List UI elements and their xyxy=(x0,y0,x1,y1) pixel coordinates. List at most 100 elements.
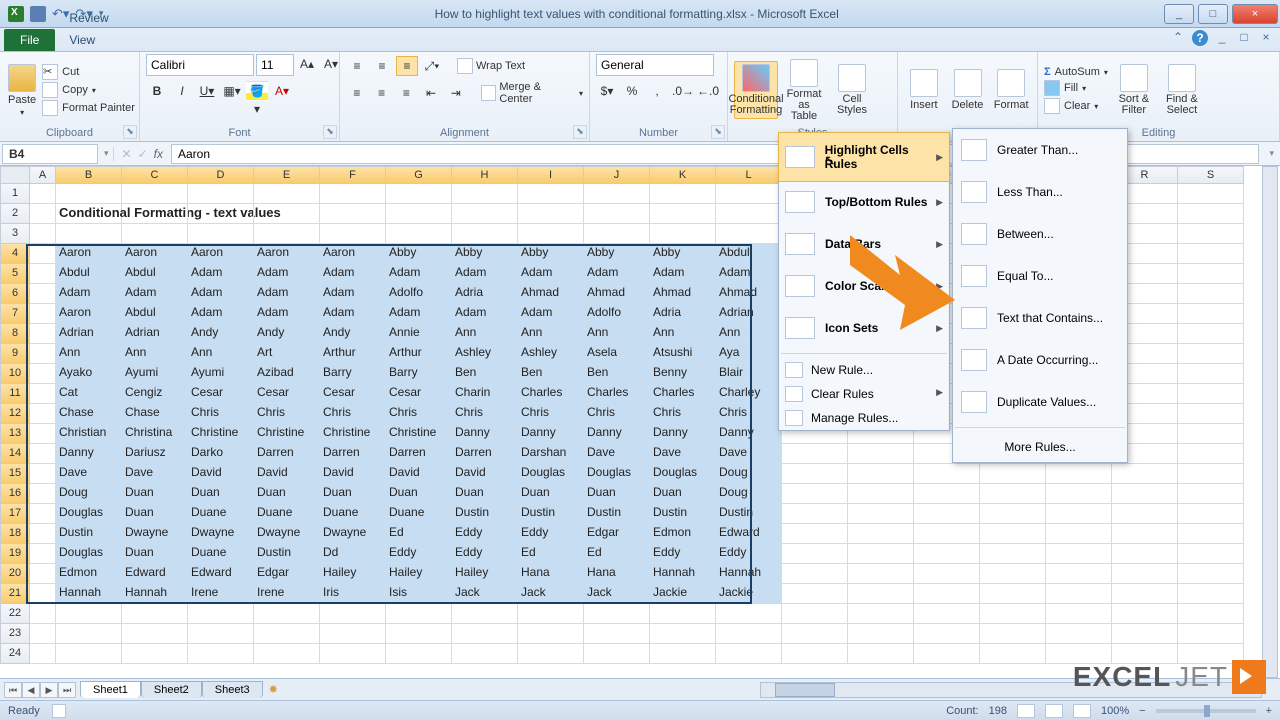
cell[interactable] xyxy=(1112,544,1178,564)
row-header[interactable]: 21 xyxy=(0,584,30,604)
cell[interactable]: Cat xyxy=(56,384,122,404)
cell[interactable] xyxy=(1112,464,1178,484)
cell[interactable]: Christine xyxy=(188,424,254,444)
cell[interactable] xyxy=(914,464,980,484)
cell[interactable]: Douglas xyxy=(518,464,584,484)
cell[interactable]: Danny xyxy=(56,444,122,464)
cell[interactable]: Azibad xyxy=(254,364,320,384)
cell[interactable]: Ayako xyxy=(56,364,122,384)
cell[interactable]: Eddy xyxy=(452,544,518,564)
copy-button[interactable]: Copy▾ xyxy=(42,82,135,98)
cell[interactable]: Isis xyxy=(386,584,452,604)
cell[interactable]: Ed xyxy=(584,544,650,564)
cell[interactable]: Darko xyxy=(188,444,254,464)
cell[interactable]: Hailey xyxy=(320,564,386,584)
cell[interactable]: Adam xyxy=(188,304,254,324)
row-header[interactable]: 1 xyxy=(0,184,30,204)
cell[interactable]: Duan xyxy=(320,484,386,504)
cell[interactable]: David xyxy=(386,464,452,484)
cell[interactable]: Dwayne xyxy=(254,524,320,544)
cell[interactable]: Adam xyxy=(650,264,716,284)
cell[interactable] xyxy=(122,204,188,224)
cell[interactable] xyxy=(30,344,56,364)
minimize-ribbon-icon[interactable]: ⌃ xyxy=(1170,30,1186,46)
clear-button[interactable]: Clear▾ xyxy=(1044,98,1108,114)
enter-icon[interactable]: ✓ xyxy=(138,147,148,161)
cell[interactable] xyxy=(30,224,56,244)
cell[interactable] xyxy=(782,464,848,484)
cell[interactable] xyxy=(650,224,716,244)
sheet-tab[interactable]: Sheet2 xyxy=(141,681,202,698)
tab-view[interactable]: View xyxy=(55,29,150,51)
delete-cells-button[interactable]: Delete xyxy=(948,67,988,113)
cell[interactable]: Dustin xyxy=(650,504,716,524)
cell[interactable]: Abdul xyxy=(56,264,122,284)
cell[interactable] xyxy=(716,624,782,644)
cell[interactable] xyxy=(848,644,914,664)
alignment-launcher[interactable]: ⬊ xyxy=(573,125,587,139)
cell[interactable] xyxy=(188,644,254,664)
cell[interactable] xyxy=(1178,324,1244,344)
cell[interactable] xyxy=(122,604,188,624)
cell[interactable] xyxy=(650,204,716,224)
cell[interactable] xyxy=(1112,504,1178,524)
cell[interactable] xyxy=(30,304,56,324)
cell[interactable] xyxy=(914,504,980,524)
zoom-in-icon[interactable]: + xyxy=(1266,705,1272,717)
cell[interactable] xyxy=(30,524,56,544)
cell[interactable] xyxy=(980,544,1046,564)
cell[interactable]: Danny xyxy=(716,424,782,444)
cell[interactable]: Arthur xyxy=(386,344,452,364)
row-header[interactable]: 14 xyxy=(0,444,30,464)
cf-menu-footer-item[interactable]: Clear Rules▶ xyxy=(779,382,949,406)
cell[interactable] xyxy=(1112,484,1178,504)
cell[interactable] xyxy=(386,184,452,204)
cell[interactable] xyxy=(650,624,716,644)
normal-view-icon[interactable] xyxy=(1017,704,1035,718)
cell[interactable]: Christine xyxy=(386,424,452,444)
cf-menu-footer-item[interactable]: Manage Rules... xyxy=(779,406,949,430)
row-header[interactable]: 2 xyxy=(0,204,30,224)
cell[interactable]: Ben xyxy=(518,364,584,384)
cell[interactable] xyxy=(320,224,386,244)
cell[interactable]: Dave xyxy=(650,444,716,464)
prev-sheet-icon[interactable]: ◀ xyxy=(22,682,40,698)
cell[interactable]: Edmon xyxy=(56,564,122,584)
column-header[interactable]: F xyxy=(320,166,386,184)
cell[interactable]: Annie xyxy=(386,324,452,344)
macro-record-icon[interactable] xyxy=(52,704,66,718)
cell[interactable]: Chris xyxy=(716,404,782,424)
cell[interactable]: David xyxy=(254,464,320,484)
font-name-select[interactable] xyxy=(146,54,254,76)
cell[interactable] xyxy=(1178,344,1244,364)
cell[interactable]: Hannah xyxy=(716,564,782,584)
column-header[interactable]: J xyxy=(584,166,650,184)
cell[interactable] xyxy=(386,624,452,644)
cell[interactable] xyxy=(782,504,848,524)
cell[interactable] xyxy=(452,204,518,224)
cf-menu-item[interactable]: Highlight Cells Rules▶ xyxy=(778,132,950,182)
cell[interactable]: Ann xyxy=(188,344,254,364)
cell[interactable] xyxy=(1178,204,1244,224)
row-header[interactable]: 10 xyxy=(0,364,30,384)
cell[interactable]: Ann xyxy=(716,324,782,344)
cell[interactable]: Dwayne xyxy=(320,524,386,544)
cell[interactable]: Ed xyxy=(518,544,584,564)
cell[interactable] xyxy=(782,524,848,544)
cell[interactable]: Dariusz xyxy=(122,444,188,464)
cell[interactable]: Dustin xyxy=(452,504,518,524)
page-layout-view-icon[interactable] xyxy=(1045,704,1063,718)
cell[interactable] xyxy=(386,644,452,664)
cell[interactable] xyxy=(980,504,1046,524)
cell[interactable] xyxy=(782,544,848,564)
italic-button[interactable]: I xyxy=(171,81,193,101)
cell[interactable] xyxy=(782,644,848,664)
cell[interactable]: Andy xyxy=(188,324,254,344)
cell[interactable] xyxy=(1046,544,1112,564)
font-color-button[interactable]: A▾ xyxy=(271,81,293,101)
cell[interactable] xyxy=(30,624,56,644)
cell[interactable] xyxy=(518,204,584,224)
cell[interactable]: Charles xyxy=(518,384,584,404)
cell[interactable]: David xyxy=(188,464,254,484)
align-left-icon[interactable]: ≡ xyxy=(346,83,368,103)
